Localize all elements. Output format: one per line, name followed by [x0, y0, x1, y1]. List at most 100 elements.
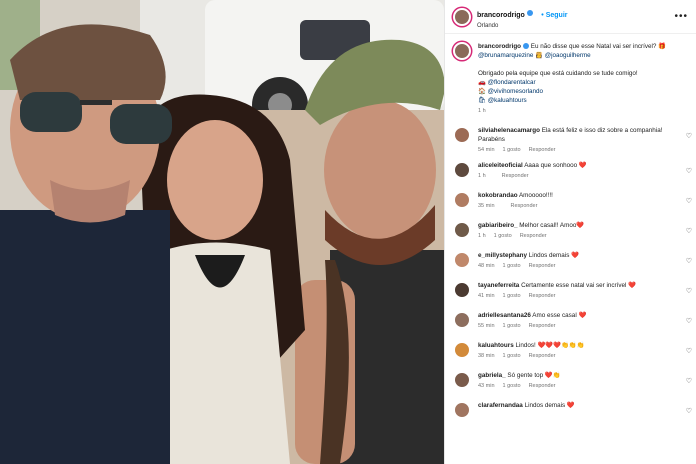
comment-time: 55 min	[478, 323, 495, 329]
comment-body: silviahelenacamargo Ela está feliz e iss…	[478, 126, 688, 153]
like-heart-icon[interactable]: ♡	[686, 132, 692, 140]
comment-message: Amo esse casal ❤️	[532, 312, 587, 319]
like-heart-icon[interactable]: ♡	[686, 317, 692, 325]
commenter-avatar[interactable]	[453, 221, 471, 239]
commenter-avatar[interactable]	[453, 251, 471, 269]
caption-text: brancorodrigo Eu não disse que esse Nata…	[478, 42, 666, 116]
reply-button[interactable]: Responder	[529, 353, 556, 359]
post-photo[interactable]	[0, 0, 444, 464]
reply-button[interactable]: Responder	[529, 383, 556, 389]
comment-likes[interactable]: 1 gosto	[503, 293, 521, 299]
comment-likes[interactable]: 1 gosto	[503, 323, 521, 329]
commenter-username[interactable]: gabriela_	[478, 372, 506, 379]
commenter-username[interactable]: adriellesantana26	[478, 312, 531, 319]
reply-button[interactable]: Responder	[502, 173, 529, 179]
like-heart-icon[interactable]: ♡	[686, 347, 692, 355]
comment-message: Melhor casal!! Amoo❤️	[519, 222, 585, 229]
commenter-username[interactable]: silviahelenacamargo	[478, 127, 540, 134]
comment-body: gabriela_ Só gente top ❤️👏 43 min 1 gosto R…	[478, 371, 688, 389]
comment-row: aliceleiteoficial Aaaa que sonhooo ❤️ 1 h…	[445, 157, 696, 187]
comment-time: 35 min	[478, 203, 495, 209]
comment-row: kaluahtours Lindos! ❤️❤️❤️👏👏👏 38 min 1 gos…	[445, 337, 696, 367]
commenter-avatar[interactable]	[453, 371, 471, 389]
comment-body: gabiaribeiro_ Melhor casal!! Amoo❤️ 1 h 1 …	[478, 221, 688, 239]
caption-username[interactable]: brancorodrigo	[478, 43, 521, 50]
comment-meta: 41 min 1 gosto Responder	[478, 293, 674, 299]
comment-row: tayaneferreita Certamente esse natal vai…	[445, 277, 696, 307]
comment-text: adriellesantana26 Amo esse casal ❤️	[478, 311, 674, 320]
follow-label: Seguir	[545, 12, 568, 19]
commenter-avatar[interactable]	[453, 311, 471, 329]
like-heart-icon[interactable]: ♡	[686, 287, 692, 295]
comment-list: brancorodrigo Eu não disse que esse Nata…	[445, 34, 696, 464]
comment-meta: 43 min 1 gosto Responder	[478, 383, 674, 389]
comment-likes[interactable]: 1 gosto	[503, 353, 521, 359]
reply-button[interactable]: Responder	[511, 203, 538, 209]
commenter-avatar[interactable]	[453, 126, 471, 144]
comment-time: 1 h	[478, 173, 486, 179]
comment-time: 54 min	[478, 147, 495, 153]
author-username[interactable]: brancorodrigo	[477, 12, 525, 19]
comment-text: kaluahtours Lindos! ❤️❤️❤️👏👏👏	[478, 341, 674, 350]
reply-button[interactable]: Responder	[529, 323, 556, 329]
like-heart-icon[interactable]: ♡	[686, 407, 692, 415]
like-heart-icon[interactable]: ♡	[686, 377, 692, 385]
comment-text: clarafernandaa Lindos demais ❤️	[478, 401, 674, 410]
comment-body: clarafernandaa Lindos demais ❤️	[478, 401, 688, 419]
comment-text: kokobrandao Amooooo!!!!	[478, 191, 674, 200]
comment-meta: 48 min 1 gosto Responder	[478, 263, 674, 269]
location-link[interactable]: Orlando	[477, 23, 568, 29]
caption-tag-b[interactable]: 🏠 @vivihomesorlando	[478, 88, 543, 95]
commenter-avatar[interactable]	[453, 281, 471, 299]
commenter-avatar[interactable]	[453, 191, 471, 209]
comment-time: 1 h	[478, 233, 486, 239]
comment-text: aliceleiteoficial Aaaa que sonhooo ❤️	[478, 161, 674, 170]
like-heart-icon[interactable]: ♡	[686, 227, 692, 235]
reply-button[interactable]: Responder	[520, 233, 547, 239]
comment-row: gabriela_ Só gente top ❤️👏 43 min 1 gosto R…	[445, 367, 696, 397]
comment-likes[interactable]: 1 gosto	[503, 147, 521, 153]
commenter-username[interactable]: tayaneferreita	[478, 282, 519, 289]
like-heart-icon[interactable]: ♡	[686, 197, 692, 205]
reply-button[interactable]: Responder	[529, 293, 556, 299]
reply-button[interactable]: Responder	[529, 147, 556, 153]
commenter-username[interactable]: clarafernandaa	[478, 402, 523, 409]
commenter-username[interactable]: kokobrandao	[478, 192, 518, 199]
comment-message: Lindos! ❤️❤️❤️👏👏👏	[515, 342, 585, 349]
reply-button[interactable]: Responder	[529, 263, 556, 269]
author-avatar[interactable]	[453, 7, 471, 26]
follow-button[interactable]: • Seguir	[541, 12, 567, 19]
caption-tag-a[interactable]: 🚗 @flondarentalcar	[478, 79, 536, 86]
commenter-avatar[interactable]	[453, 161, 471, 179]
comment-likes[interactable]: 1 gosto	[503, 383, 521, 389]
caption-mentions[interactable]: @brunamarquezine 👸 @joaoguilherme	[478, 52, 591, 59]
caption-tag-c[interactable]: 🛍 @kaluahtours	[478, 97, 527, 104]
photo-illustration	[0, 0, 444, 464]
commenter-username[interactable]: kaluahtours	[478, 342, 514, 349]
comment-message: Lindos demais ❤️	[528, 252, 579, 259]
commenter-username[interactable]: e_millystephany	[478, 252, 527, 259]
comment-row: clarafernandaa Lindos demais ❤️ ♡	[445, 397, 696, 427]
comment-body: adriellesantana26 Amo esse casal ❤️ 55 mi…	[478, 311, 688, 329]
comment-meta: 35 min Responder	[478, 203, 674, 209]
like-heart-icon[interactable]: ♡	[686, 257, 692, 265]
comment-meta	[478, 413, 674, 419]
comment-text: gabiaribeiro_ Melhor casal!! Amoo❤️	[478, 221, 674, 230]
caption-avatar[interactable]	[453, 42, 471, 60]
comment-row: e_millystephany Lindos demais ❤️ 48 min 1 …	[445, 247, 696, 277]
commenter-avatar[interactable]	[453, 341, 471, 359]
comment-likes[interactable]: 1 gosto	[494, 233, 512, 239]
like-heart-icon[interactable]: ♡	[686, 167, 692, 175]
comment-meta: 54 min 1 gosto Responder	[478, 147, 674, 153]
more-options-icon[interactable]: •••	[674, 11, 688, 22]
commenter-avatar[interactable]	[453, 401, 471, 419]
comment-row: adriellesantana26 Amo esse casal ❤️ 55 mi…	[445, 307, 696, 337]
comment-meta: 38 min 1 gosto Responder	[478, 353, 674, 359]
comment-meta: 1 h Responder	[478, 173, 674, 179]
comment-body: tayaneferreita Certamente esse natal vai…	[478, 281, 688, 299]
verified-icon	[526, 9, 533, 16]
comment-time: 48 min	[478, 263, 495, 269]
commenter-username[interactable]: gabiaribeiro_	[478, 222, 518, 229]
comment-likes[interactable]: 1 gosto	[503, 263, 521, 269]
commenter-username[interactable]: aliceleiteoficial	[478, 162, 523, 169]
